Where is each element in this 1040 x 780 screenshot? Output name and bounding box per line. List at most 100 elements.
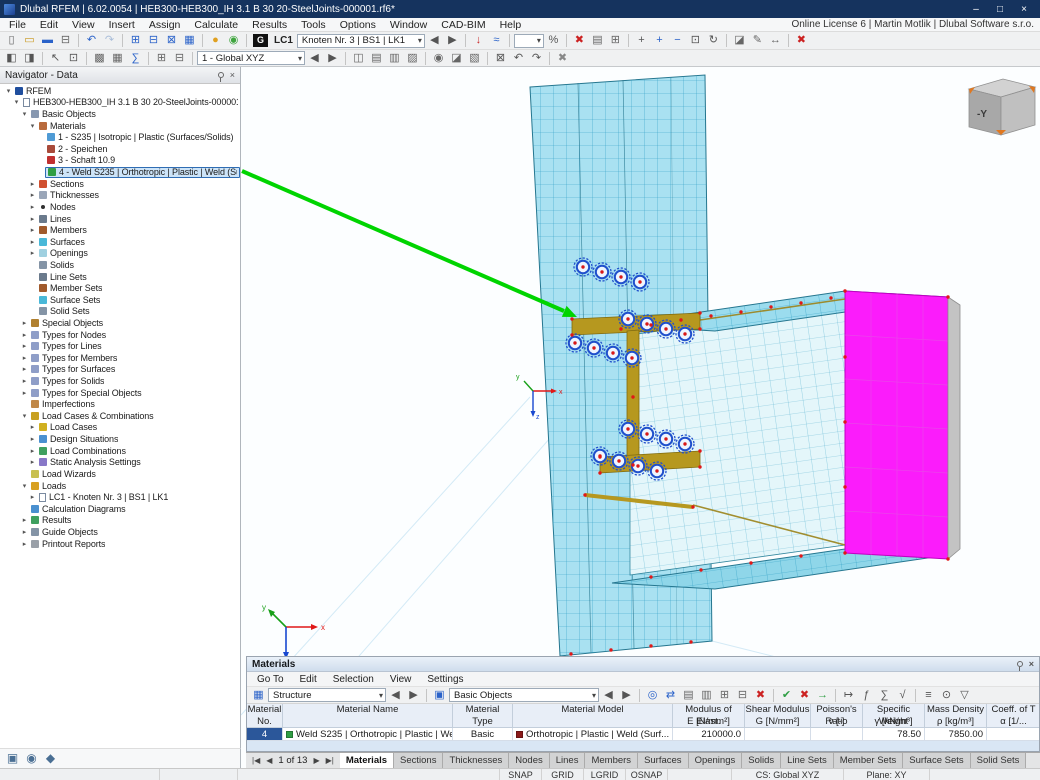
expand-arrow[interactable]: ▾ <box>28 122 37 130</box>
tree-item-types-for-nodes[interactable]: ▸Types for Nodes <box>0 329 240 341</box>
tree-item-results[interactable]: ▸Results <box>0 515 240 527</box>
tree-item-4-weld-s235-orthotropic-plastic-weld-surfaces[interactable]: 4 - Weld S235 | Orthotropic | Plastic | … <box>0 166 240 178</box>
view-xy-icon[interactable]: ⊞ <box>127 33 144 48</box>
select-pointer-icon[interactable]: ↖ <box>47 51 64 66</box>
expand-arrow[interactable]: ▸ <box>28 226 37 234</box>
load-case-next-icon[interactable]: ▶ <box>444 33 461 48</box>
tree-item-solids[interactable]: Solids <box>0 259 240 271</box>
tree-item-surface-sets[interactable]: Surface Sets <box>0 294 240 306</box>
menu-insert[interactable]: Insert <box>102 19 142 31</box>
grid-icon[interactable]: ⊞ <box>607 33 624 48</box>
tables-toggle-icon[interactable]: ◨ <box>21 51 38 66</box>
tree-item-solid-sets[interactable]: Solid Sets <box>0 306 240 318</box>
expand-arrow[interactable]: ▾ <box>4 87 13 95</box>
tree-item-surfaces[interactable]: ▸Surfaces <box>0 236 240 248</box>
notes-icon[interactable]: ✎ <box>749 33 766 48</box>
tree-item-types-for-special-objects[interactable]: ▸Types for Special Objects <box>0 387 240 399</box>
tree-item-openings[interactable]: ▸Openings <box>0 248 240 260</box>
tree-item-types-for-solids[interactable]: ▸Types for Solids <box>0 375 240 387</box>
expand-arrow[interactable]: ▾ <box>20 482 29 490</box>
calculate-all-icon[interactable]: ∑ <box>127 51 144 66</box>
menu-assign[interactable]: Assign <box>142 19 188 31</box>
coordinate-system-combo[interactable]: 1 - Global XYZ▾ <box>197 51 305 65</box>
table-nav-icon[interactable]: ▦ <box>250 688 267 703</box>
tree-item-sections[interactable]: ▸Sections <box>0 178 240 190</box>
tree-item-load-cases[interactable]: ▸Load Cases <box>0 422 240 434</box>
menu-calculate[interactable]: Calculate <box>187 19 245 31</box>
tree-item-special-objects[interactable]: ▸Special Objects <box>0 317 240 329</box>
view-yz-icon[interactable]: ⊠ <box>163 33 180 48</box>
select-window-icon[interactable]: ⊡ <box>65 51 82 66</box>
tree-item-2-speichen[interactable]: 2 - Speichen <box>0 143 240 155</box>
units-icon[interactable]: ⊙ <box>938 688 955 703</box>
maximize-button[interactable]: □ <box>988 4 1012 15</box>
sheet-tab-solid-sets[interactable]: Solid Sets <box>971 753 1027 768</box>
generate-mesh-icon[interactable]: ▩ <box>91 51 108 66</box>
render-solid-icon[interactable]: ● <box>207 33 224 48</box>
tree-item-3-schaft-10-9[interactable]: 3 - Schaft 10.9 <box>0 155 240 167</box>
table-view-1-icon[interactable]: ▤ <box>680 688 697 703</box>
cell-modulus-of-elast-e-n-mm[interactable]: 210000.0 <box>673 728 745 741</box>
transparency-icon[interactable]: % <box>545 33 562 48</box>
sheet-tab-solids[interactable]: Solids <box>742 753 781 768</box>
tree-item-types-for-lines[interactable]: ▸Types for Lines <box>0 340 240 352</box>
save-icon[interactable]: ▬ <box>39 33 56 48</box>
tree-item-member-sets[interactable]: Member Sets <box>0 282 240 294</box>
expand-arrow[interactable]: ▸ <box>28 423 37 431</box>
pin-icon[interactable] <box>1017 661 1023 667</box>
objects-next-icon[interactable]: ▶ <box>618 688 635 703</box>
view-xz-icon[interactable]: ⊟ <box>145 33 162 48</box>
column-header-coeff-of-t-1[interactable]: Coeff. of Tα [1/... <box>987 704 1039 728</box>
show-results-icon[interactable]: ≈ <box>488 33 505 48</box>
column-header-specific-weight-kn-m[interactable]: Specific Weightγ [kN/m³] <box>863 704 925 728</box>
menu-edit[interactable]: Edit <box>33 19 65 31</box>
formula-icon[interactable]: √ <box>894 688 911 703</box>
load-case-combo-arrow-icon[interactable]: ▾ <box>418 36 422 45</box>
expand-arrow[interactable]: ▸ <box>28 435 37 443</box>
close-button[interactable]: × <box>1012 4 1036 15</box>
materials-menu-go-to[interactable]: Go To <box>249 674 292 685</box>
beam-end-surface[interactable] <box>845 291 960 559</box>
tree-item-imperfections[interactable]: Imperfections <box>0 398 240 410</box>
status-toggle-grid[interactable]: GRID <box>542 769 584 780</box>
materials-menu-edit[interactable]: Edit <box>292 674 325 685</box>
sync-selection-icon[interactable]: ⇄ <box>662 688 679 703</box>
expand-arrow[interactable]: ▸ <box>20 389 29 397</box>
cell-material-no[interactable]: 4 <box>247 728 283 741</box>
menu-help[interactable]: Help <box>493 19 529 31</box>
table-view-2-icon[interactable]: ▥ <box>698 688 715 703</box>
load-case-prev-icon[interactable]: ◀ <box>426 33 443 48</box>
undo-icon[interactable]: ↶ <box>83 33 100 48</box>
expand-arrow[interactable]: ▾ <box>20 110 29 118</box>
delete-results-icon[interactable]: ✖ <box>571 33 588 48</box>
pin-icon[interactable] <box>218 72 224 78</box>
cs-prev-icon[interactable]: ◀ <box>306 51 323 66</box>
expand-arrow[interactable]: ▸ <box>20 342 29 350</box>
last-page-button[interactable]: ▶| <box>323 756 337 765</box>
menu-view[interactable]: View <box>65 19 102 31</box>
tree-item-nodes[interactable]: ▸Nodes <box>0 201 240 213</box>
tree-item-types-for-members[interactable]: ▸Types for Members <box>0 352 240 364</box>
expand-arrow[interactable]: ▸ <box>28 180 37 188</box>
tree-item-1-s235-isotropic-plastic-surfaces-solids[interactable]: 1 - S235 | Isotropic | Plastic (Surfaces… <box>0 131 240 143</box>
expand-arrow[interactable]: ▸ <box>20 331 29 339</box>
next-view-icon[interactable]: ↷ <box>528 51 545 66</box>
cell-material-type[interactable]: Basic <box>453 728 513 741</box>
column-header-material-name[interactable]: Material Name <box>283 704 453 728</box>
expand-arrow[interactable]: ▸ <box>28 238 37 246</box>
visibility-icon[interactable]: ◉ <box>430 51 447 66</box>
clipping-planes-icon[interactable]: ◪ <box>448 51 465 66</box>
objects-prev-icon[interactable]: ◀ <box>600 688 617 703</box>
objects-combo[interactable]: Basic Objects▾ <box>449 688 599 702</box>
snap-icon[interactable]: ⊞ <box>153 51 170 66</box>
cell-material-name[interactable]: Weld S235 | Orthotropic | Plastic | Weld… <box>283 728 453 741</box>
expand-arrow[interactable]: ▸ <box>20 319 29 327</box>
expand-arrow[interactable]: ▸ <box>20 540 29 548</box>
dimension-icon[interactable]: ↔ <box>767 33 784 48</box>
expand-arrow[interactable]: ▸ <box>20 528 29 536</box>
table-group-combo-arrow-icon[interactable]: ▾ <box>379 691 383 700</box>
print-icon[interactable]: ⊟ <box>57 33 74 48</box>
work-plane-icon[interactable]: ◫ <box>350 51 367 66</box>
cell-poisson-s-ratio[interactable] <box>811 728 863 741</box>
close-view-icon[interactable]: ✖ <box>554 51 571 66</box>
